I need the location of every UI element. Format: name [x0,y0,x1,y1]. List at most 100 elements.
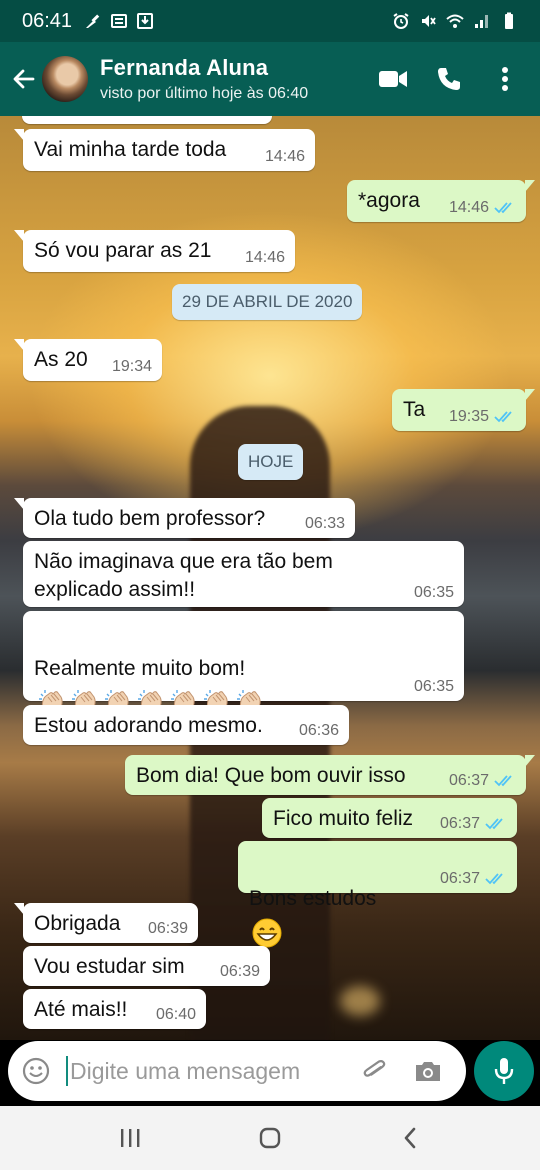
emoji-icon [22,1057,50,1085]
status-left-icons [84,12,154,30]
message-text: Vou estudar sim [34,955,185,978]
message-time: 06:37 [448,772,489,789]
grinning-face-emoji [252,918,282,948]
message-bubble-incoming[interactable]: Obrigada 06:39 [14,903,198,943]
attach-button[interactable] [358,1055,390,1087]
message-time: 14:46 [448,199,489,216]
contact-last-seen: visto por último hoje às 06:40 [100,85,309,102]
attach-icon [363,1060,386,1077]
message-bubble-incoming[interactable]: Não imaginava que era tão bem explicado … [23,541,464,607]
contact-info[interactable]: Fernanda Aluna visto por último hoje às … [100,55,308,103]
download-icon [137,13,154,29]
message-bubble-outgoing[interactable]: Ta 19:35 [392,389,535,431]
wifi-icon [446,14,464,28]
message-time: 06:37 [439,870,480,887]
message-meta: 06:37 [449,772,516,790]
arrow-left-icon [13,69,35,89]
message-text: Ta [403,398,426,421]
message-bubble-partial[interactable] [22,116,272,124]
message-text: Só vou parar as 21 [34,239,212,262]
message-bubble-outgoing[interactable]: Bons estudos 06:37 [238,841,517,948]
back-button[interactable] [6,59,42,99]
chat-header: Fernanda Aluna visto por último hoje às … [0,42,540,116]
mic-icon [494,1058,514,1084]
message-time: 06:39 [219,963,260,980]
emoji-button[interactable] [20,1055,52,1087]
voice-call-icon [438,68,460,90]
signal-icon [475,15,488,28]
chat-area[interactable]: Vai minha tarde toda 14:46 *agora 14:46 … [0,116,540,1040]
message-time: 19:34 [111,358,152,375]
message-time: 14:46 [244,249,285,266]
recents-button[interactable] [110,1118,150,1158]
message-bubble-incoming[interactable]: Vou estudar sim 06:39 [23,946,270,986]
message-time: 06:37 [439,815,480,832]
message-text: Realmente muito bom! [34,657,246,680]
message-text: Fico muito feliz [273,807,414,830]
message-meta: 14:46 [245,249,285,267]
message-meta: 14:46 [449,199,516,217]
contact-name: Fernanda Aluna [100,55,269,80]
message-meta: 06:39 [148,920,188,938]
video-call-button[interactable] [378,64,408,94]
message-meta: 19:34 [112,358,152,376]
message-input-box[interactable]: Digite uma mensagem [8,1041,466,1101]
read-receipt-icon [485,818,503,830]
status-time: 06:41 [22,9,73,32]
voice-message-button[interactable] [474,1041,534,1101]
message-bubble-outgoing[interactable]: *agora 14:46 [347,180,535,222]
more-options-button[interactable] [490,64,520,94]
back-nav-button[interactable] [390,1118,430,1158]
message-bubble-incoming[interactable]: Realmente muito bom! 06:35 [23,611,464,715]
read-receipt-icon [494,411,512,423]
message-text: Obrigada [34,912,121,935]
avatar[interactable] [42,56,88,102]
video-call-icon [379,71,407,87]
date-separator: 29 DE ABRIL DE 2020 [172,284,363,320]
message-text: Não imaginava que era tão bem explicado … [34,550,333,601]
alarm-icon [393,13,409,29]
sim-card-icon [111,14,128,28]
message-time: 06:36 [298,722,339,739]
message-bubble-outgoing[interactable]: Bom dia! Que bom ouvir isso 06:37 [125,755,535,795]
message-meta: 06:35 [414,584,454,602]
wallpaper-glow [340,986,380,1016]
read-receipt-icon [494,775,512,787]
message-bubble-incoming[interactable]: Ola tudo bem professor? 06:33 [14,498,355,538]
message-text: *agora [358,189,420,212]
message-bubble-outgoing[interactable]: Fico muito feliz 06:37 [262,798,517,838]
camera-button[interactable] [412,1055,444,1087]
message-bubble-incoming[interactable]: As 20 19:34 [14,339,162,381]
text-cursor [66,1056,68,1086]
camera-icon [416,1062,440,1081]
date-separator: HOJE [238,444,304,480]
message-text: Até mais!! [34,998,128,1021]
cleaning-icon [86,14,100,28]
status-bar: 06:41 [0,0,540,42]
voice-call-button[interactable] [434,64,464,94]
system-navigation-bar [0,1106,540,1170]
message-text: Bom dia! Que bom ouvir isso [136,764,406,787]
message-time: 06:33 [304,515,345,532]
message-bubble-incoming[interactable]: Estou adorando mesmo. 06:36 [23,705,349,745]
back-icon [404,1127,416,1149]
message-time: 06:35 [413,678,454,695]
message-bubble-incoming[interactable]: Até mais!! 06:40 [23,989,206,1029]
message-text: Vai minha tarde toda [34,138,227,161]
message-text: Ola tudo bem professor? [34,507,266,530]
recents-icon [121,1129,140,1147]
message-input[interactable]: Digite uma mensagem [70,1058,358,1085]
message-meta: 06:37 [440,815,507,833]
message-bubble-incoming[interactable]: Só vou parar as 21 14:46 [14,230,295,272]
message-meta: 06:35 [414,678,454,696]
read-receipt-icon [494,202,512,214]
battery-icon [505,12,513,29]
message-meta: 06:40 [156,1006,196,1024]
header-actions [378,64,520,94]
message-time: 14:46 [264,148,305,165]
message-time: 06:40 [155,1006,196,1023]
message-meta: 06:33 [305,515,345,533]
message-bubble-incoming[interactable]: Vai minha tarde toda 14:46 [14,129,315,171]
status-right-icons [392,12,518,30]
home-button[interactable] [250,1118,290,1158]
